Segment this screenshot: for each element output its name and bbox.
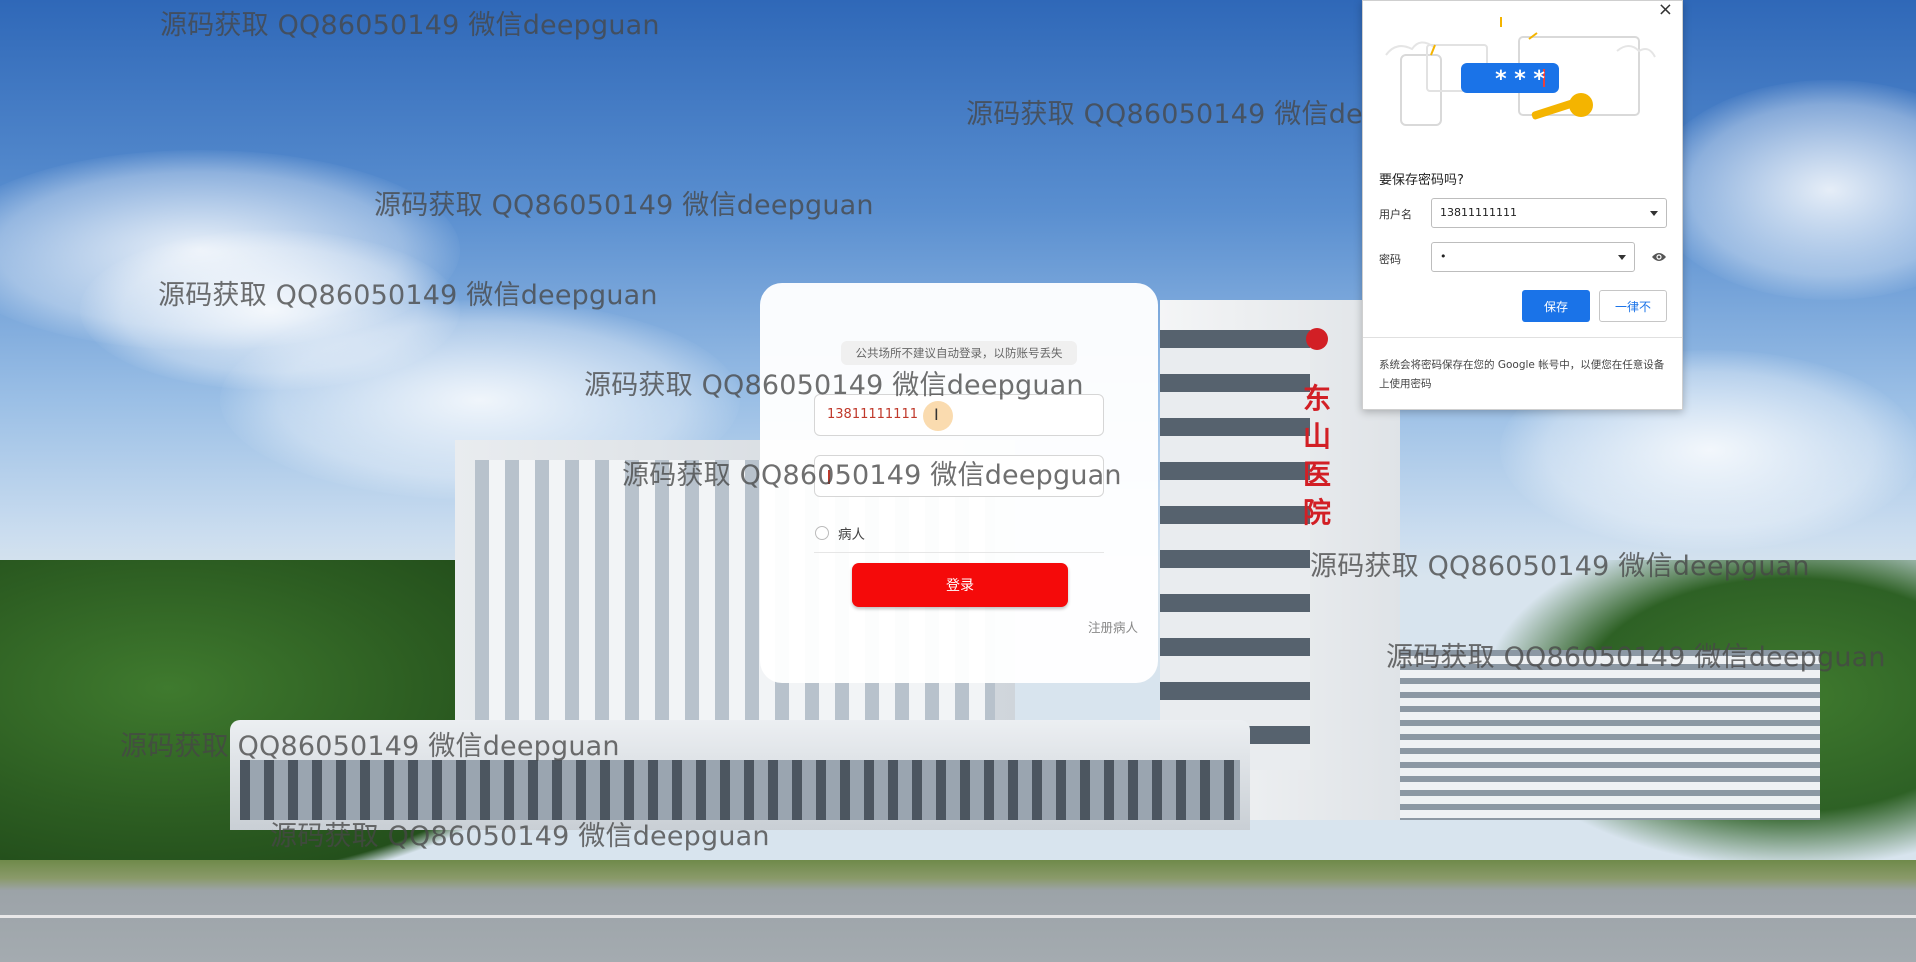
password-dropdown[interactable]: • <box>1431 242 1635 272</box>
eye-icon[interactable] <box>1651 251 1667 263</box>
password-stars: * * * <box>1495 67 1545 92</box>
hospital-building <box>1390 650 1820 820</box>
role-selector[interactable]: 病人 <box>814 519 1104 553</box>
username-input[interactable]: 13811111111 I <box>814 394 1104 436</box>
chevron-down-icon <box>1618 255 1626 260</box>
cloud <box>1650 80 1916 300</box>
hospital-sign: 东山医院 <box>1302 382 1331 529</box>
save-password-popup: × * * * 要保存密码吗? 用户名 13811111111 密码 • 保存 … <box>1362 0 1683 410</box>
username-value: 13811111111 <box>827 407 918 422</box>
auto-login-warning: 公共场所不建议自动登录，以防账号丢失 <box>841 341 1077 365</box>
login-button[interactable]: 登录 <box>852 563 1068 607</box>
password-dropdown-value: • <box>1440 250 1447 263</box>
never-save-button[interactable]: 一律不 <box>1599 290 1667 322</box>
username-label: 用户名 <box>1379 208 1412 221</box>
chevron-down-icon <box>1650 211 1658 216</box>
google-account-note: 系统会将密码保存在您的 Google 帐号中，以便您在任意设备上使用密码 <box>1379 359 1665 390</box>
entrance-canopy <box>230 720 1250 830</box>
input-caret <box>828 470 830 484</box>
ground <box>0 860 1916 962</box>
hospital-cross-icon <box>1306 328 1328 350</box>
patient-radio-label: 病人 <box>838 527 865 543</box>
username-dropdown-value: 13811111111 <box>1440 206 1517 219</box>
password-input[interactable] <box>814 455 1104 497</box>
save-password-title: 要保存密码吗? <box>1379 173 1464 188</box>
password-label: 密码 <box>1379 253 1401 266</box>
road-line <box>0 915 1916 918</box>
patient-radio[interactable] <box>815 526 829 540</box>
register-patient-link[interactable]: 注册病人 <box>1088 617 1138 636</box>
username-dropdown[interactable]: 13811111111 <box>1431 198 1667 228</box>
divider <box>1363 337 1682 338</box>
login-card: 公共场所不建议自动登录，以防账号丢失 13811111111 I 病人 登录 注… <box>760 283 1158 683</box>
text-cursor-icon: I <box>934 405 939 424</box>
save-password-button[interactable]: 保存 <box>1522 290 1590 322</box>
